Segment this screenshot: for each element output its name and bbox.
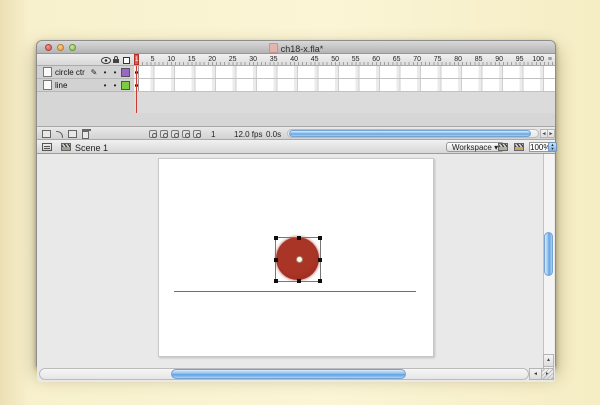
scene-label[interactable]: Scene 1 [75, 143, 108, 153]
ruler-ticks: 5 10 15 20 25 30 35 40 45 50 55 60 65 70… [134, 55, 544, 64]
title-bar[interactable]: ch18-x.fla* [37, 41, 555, 54]
ruler-tick: 40 [278, 55, 299, 64]
hide-timeline-icon[interactable] [42, 143, 52, 151]
timeline-h-scrollbar-thumb[interactable] [289, 130, 531, 137]
frames-row-line[interactable] [134, 79, 555, 92]
ruler-tick: 65 [380, 55, 401, 64]
layers-empty-area [37, 92, 134, 126]
layer-name[interactable]: line [55, 81, 88, 90]
timeline-scroll-right-icon[interactable]: ► [547, 129, 555, 138]
edit-bar: Scene 1 Workspace ▾ 100% ▲▼ [37, 140, 555, 154]
lock-layers-icon[interactable] [113, 59, 119, 63]
playhead-line [136, 66, 137, 113]
add-motion-guide-icon[interactable] [55, 130, 64, 138]
scene-clapper-icon [61, 143, 71, 151]
stage-canvas[interactable] [158, 158, 434, 357]
edit-symbols-icon[interactable] [514, 143, 524, 151]
ruler-tick: 10 [155, 55, 176, 64]
active-layer-pencil-icon: ✎ [88, 68, 100, 77]
ruler-tick: 45 [298, 55, 319, 64]
onion-skin-outlines-icon[interactable] [171, 130, 179, 138]
ruler-tick: 75 [421, 55, 442, 64]
edit-scene-icon[interactable] [498, 143, 508, 151]
layer-row-circle-ctr[interactable]: circle ctr ✎ • • [37, 66, 134, 79]
ruler-tick: 20 [196, 55, 217, 64]
playhead[interactable]: 1 [134, 54, 139, 65]
ruler-tick: 25 [216, 55, 237, 64]
layer-visibility-dot[interactable]: • [100, 68, 110, 77]
ruler-tick: 55 [339, 55, 360, 64]
ruler-tick: 30 [237, 55, 258, 64]
resize-grip[interactable] [542, 368, 554, 380]
frames-row-circle-ctr[interactable] [134, 66, 555, 79]
ruler-tick: 15 [175, 55, 196, 64]
frames-empty-area [134, 92, 555, 113]
layer-page-icon [43, 67, 52, 77]
edit-multiple-frames-icon[interactable] [182, 130, 190, 138]
selection-handle-sw[interactable] [274, 279, 278, 283]
document-icon [269, 43, 278, 53]
layer-lock-dot[interactable]: • [110, 81, 120, 90]
frame-view-menu-icon[interactable]: ≡ [548, 56, 551, 63]
show-hide-layers-icon[interactable] [101, 57, 111, 64]
zoom-stepper[interactable]: ▲▼ [548, 142, 557, 152]
selection-handle-n[interactable] [297, 236, 301, 240]
layer-row-line[interactable]: line • • [37, 79, 134, 92]
layers-panel: circle ctr ✎ • • line • • [37, 54, 134, 106]
selection-handle-ne[interactable] [318, 236, 322, 240]
ruler-tick: 90 [483, 55, 504, 64]
layer-outline-color-swatch[interactable] [121, 81, 130, 90]
layers-header [37, 54, 134, 66]
selection-handle-s[interactable] [297, 279, 301, 283]
timeline-panel: circle ctr ✎ • • line • • 5 10 [37, 54, 555, 141]
center-frame-icon[interactable] [149, 130, 157, 138]
ruler-tick: 60 [360, 55, 381, 64]
ruler-tick: 95 [503, 55, 524, 64]
document-window: ch18-x.fla* circle ctr ✎ • • line [36, 40, 556, 368]
workspace-button[interactable]: Workspace ▾ [446, 142, 504, 152]
ruler-tick: 50 [319, 55, 340, 64]
pasteboard[interactable]: ▲ ▼ ◄ ► [37, 154, 555, 382]
layer-outline-color-swatch[interactable] [121, 68, 130, 77]
insert-layer-folder-icon[interactable] [68, 130, 77, 138]
timeline-status-bar: 1 12.0 fps 0.0s ◄ ► [37, 126, 555, 140]
v-scrollbar-thumb[interactable] [544, 232, 553, 276]
layer-lock-dot[interactable]: • [110, 68, 120, 77]
ruler-tick: 80 [442, 55, 463, 64]
elapsed-time-value: 0.0s [266, 130, 281, 139]
delete-layer-icon[interactable] [82, 131, 89, 139]
ruler-tick: 100 [524, 55, 545, 64]
selection-handle-nw[interactable] [274, 236, 278, 240]
line-shape[interactable] [174, 291, 416, 292]
onion-skin-icon[interactable] [160, 130, 168, 138]
window-title: ch18-x.fla* [281, 44, 324, 54]
transformation-point[interactable] [296, 256, 303, 263]
window-title-wrap: ch18-x.fla* [37, 43, 555, 54]
ruler-tick: 70 [401, 55, 422, 64]
selection-handle-w[interactable] [274, 258, 278, 262]
layer-visibility-dot[interactable]: • [100, 81, 110, 90]
timeline-ruler[interactable]: 5 10 15 20 25 30 35 40 45 50 55 60 65 70… [134, 54, 555, 66]
selection-handle-e[interactable] [318, 258, 322, 262]
layer-page-icon [43, 80, 52, 90]
outline-layers-icon[interactable] [123, 57, 130, 64]
h-scrollbar-thumb[interactable] [171, 369, 406, 379]
ruler-tick: 35 [257, 55, 278, 64]
layer-name[interactable]: circle ctr [55, 68, 88, 77]
selection-handle-se[interactable] [318, 279, 322, 283]
timeline-h-scrollbar-track[interactable] [287, 129, 539, 138]
insert-layer-icon[interactable] [42, 130, 51, 138]
ruler-tick: 85 [462, 55, 483, 64]
frame-rate-value[interactable]: 12.0 fps [234, 130, 262, 139]
modify-onion-markers-icon[interactable] [193, 130, 201, 138]
current-frame-value: 1 [211, 130, 215, 139]
